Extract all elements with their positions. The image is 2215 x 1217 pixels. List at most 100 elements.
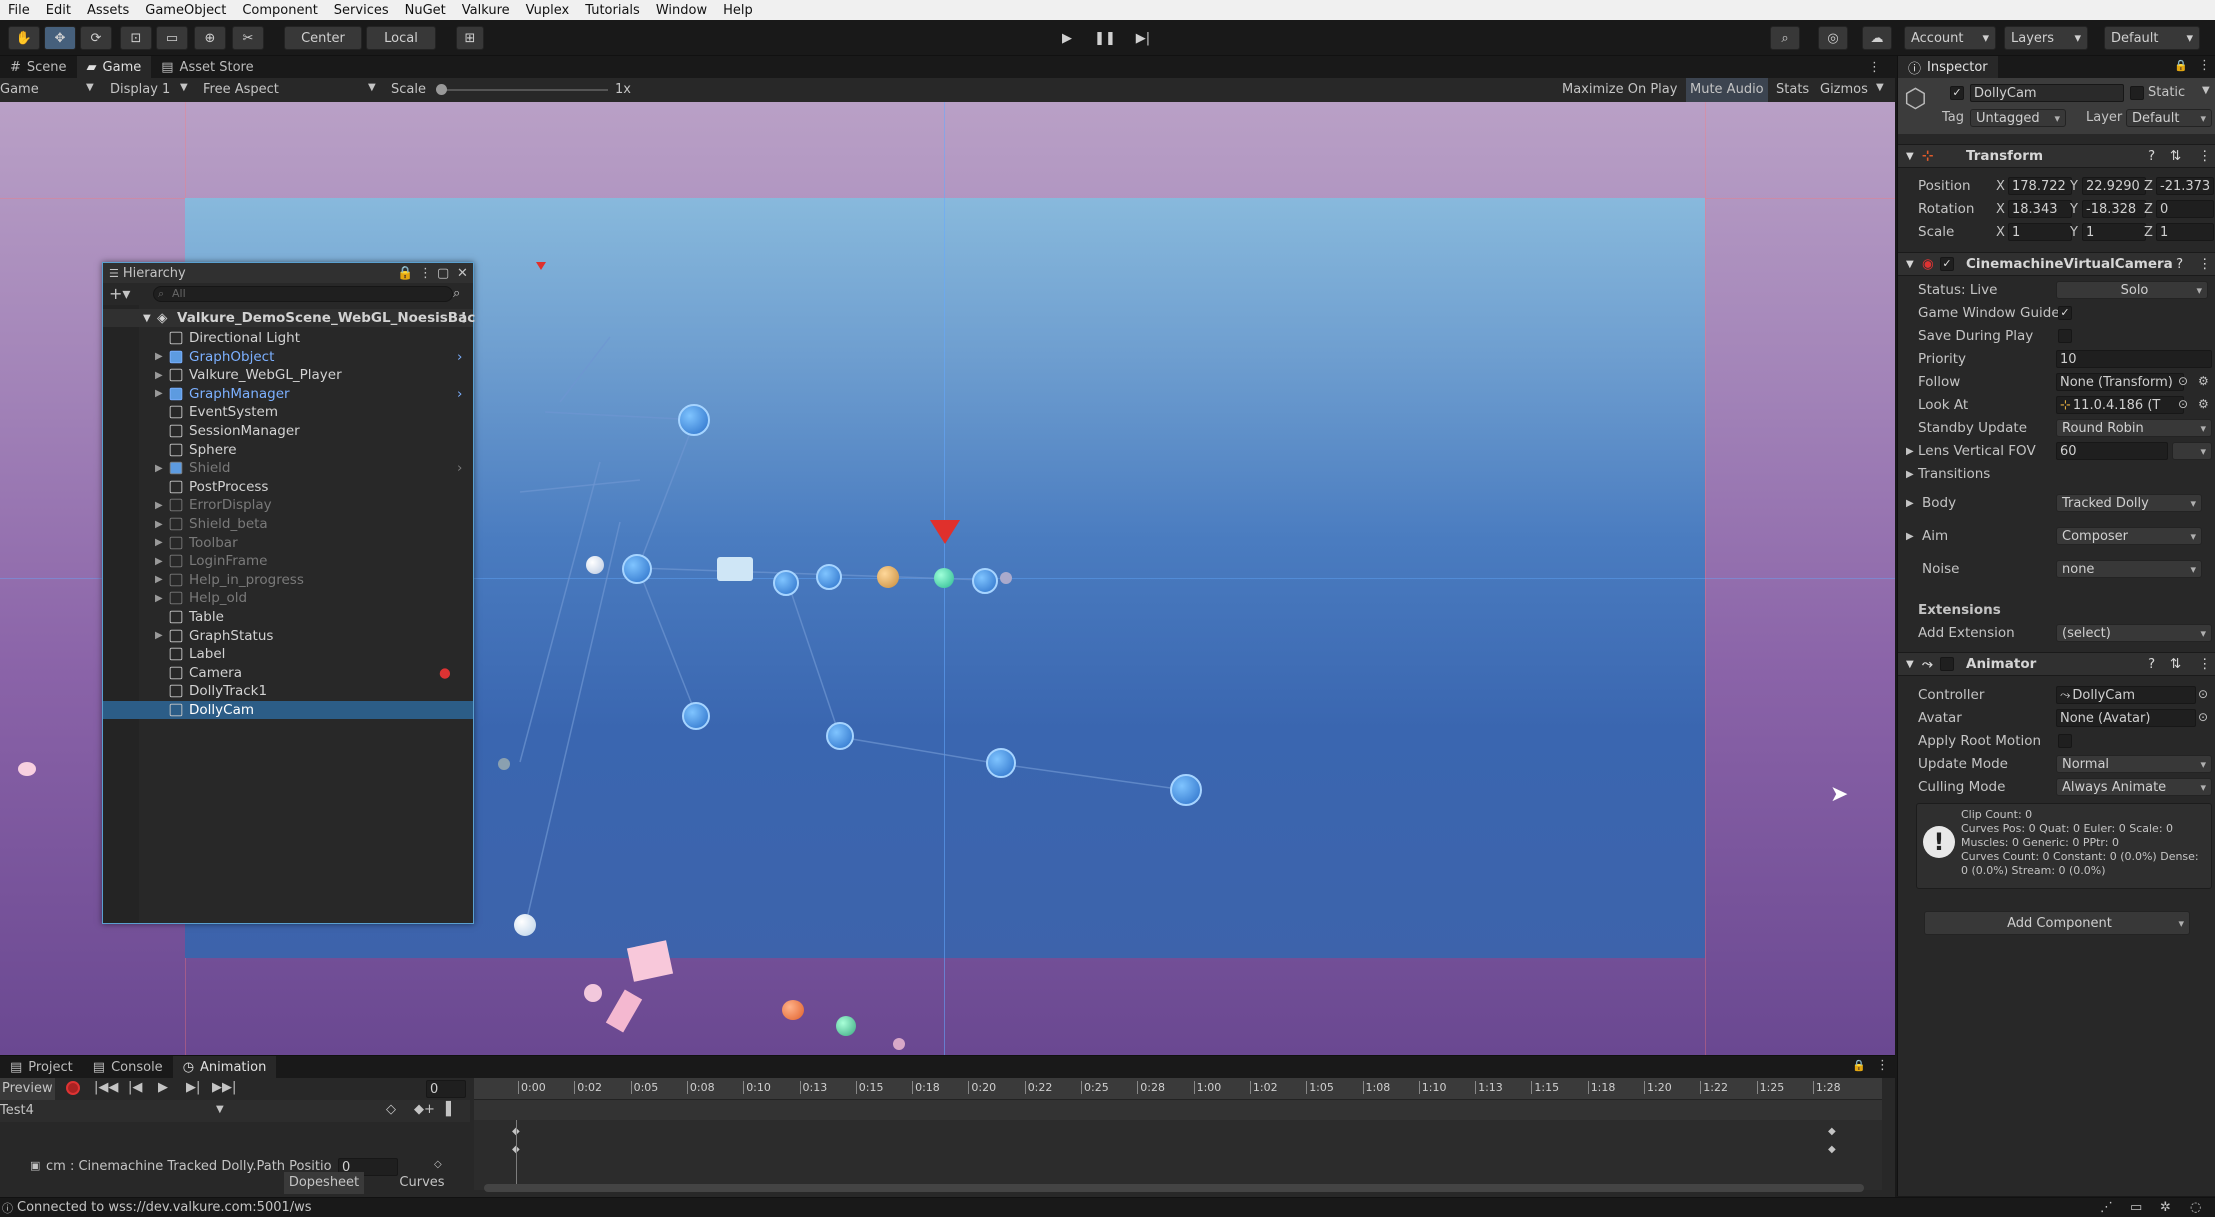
solo-button[interactable]: Solo bbox=[2056, 281, 2208, 299]
close-icon[interactable]: ✕ bbox=[457, 266, 468, 281]
lock-icon[interactable]: 🔒 bbox=[397, 266, 413, 281]
play-icon[interactable]: ▶ bbox=[1052, 26, 1082, 50]
menu-item-window[interactable]: Window bbox=[648, 3, 715, 18]
filter-icon[interactable]: ⌕ bbox=[453, 286, 460, 301]
orange-sphere[interactable] bbox=[782, 1000, 804, 1020]
pause-icon[interactable]: ❚❚ bbox=[1090, 26, 1120, 50]
hierarchy-item[interactable]: DollyTrack1 bbox=[103, 682, 473, 700]
tag-dropdown[interactable]: Untagged bbox=[1970, 109, 2066, 127]
dopesheet-tab[interactable]: Dopesheet bbox=[284, 1172, 364, 1194]
avatar-field[interactable]: None (Avatar) bbox=[2056, 709, 2196, 727]
scale-tool-icon[interactable]: ⊡ bbox=[120, 26, 152, 50]
game-mode-dropdown[interactable]: Game bbox=[0, 82, 39, 97]
graph-node[interactable] bbox=[934, 568, 954, 588]
expand-icon[interactable]: ▶ bbox=[155, 388, 163, 399]
expand-icon[interactable]: ▶ bbox=[155, 370, 163, 381]
frame-field[interactable]: 0 bbox=[426, 1080, 466, 1098]
menu-item-vuplex[interactable]: Vuplex bbox=[518, 3, 578, 18]
rect-tool-icon[interactable]: ▭ bbox=[156, 26, 188, 50]
graph-node[interactable] bbox=[877, 566, 899, 588]
menu-item-services[interactable]: Services bbox=[326, 3, 397, 18]
menu-item-edit[interactable]: Edit bbox=[38, 3, 79, 18]
hierarchy-search-input[interactable]: ⌕ All bbox=[153, 286, 453, 302]
keyframe-icon[interactable]: ◆ bbox=[1828, 1144, 1836, 1155]
expand-icon[interactable]: ▶ bbox=[155, 500, 163, 511]
step-icon[interactable]: ▶| bbox=[1128, 26, 1158, 50]
expand-icon[interactable]: ▶ bbox=[1906, 469, 1914, 480]
follow-field[interactable]: None (Transform) bbox=[2056, 373, 2184, 391]
graph-node-box[interactable] bbox=[717, 557, 753, 581]
position-z-field[interactable]: -21.373 bbox=[2156, 177, 2214, 195]
transitions-row[interactable]: ▶ Transitions bbox=[1898, 463, 2215, 485]
fov-field[interactable]: 60 bbox=[2056, 442, 2168, 460]
noise-dropdown[interactable]: none bbox=[2056, 560, 2202, 578]
more-icon[interactable]: ⋮ bbox=[2198, 58, 2211, 73]
play-icon[interactable]: ▶ bbox=[158, 1080, 168, 1095]
expand-icon[interactable]: ▶ bbox=[155, 574, 163, 585]
chevron-right-icon[interactable]: › bbox=[457, 460, 462, 476]
expand-icon[interactable]: ▶ bbox=[155, 556, 163, 567]
pivot-center-button[interactable]: Center bbox=[284, 26, 362, 50]
static-checkbox[interactable] bbox=[2130, 86, 2144, 100]
gear-icon[interactable]: ⚙ bbox=[2198, 397, 2209, 411]
tab-project[interactable]: ▤ Project bbox=[0, 1056, 83, 1078]
maximize-on-play-toggle[interactable]: Maximize On Play bbox=[1562, 82, 1677, 97]
more-icon[interactable]: ⋮ bbox=[1876, 1058, 1889, 1073]
more-icon[interactable]: ⋮ bbox=[419, 266, 432, 281]
priority-field[interactable]: 10 bbox=[2056, 350, 2212, 368]
hierarchy-item[interactable]: ▶ GraphObject › bbox=[103, 348, 473, 366]
hierarchy-item[interactable]: ▶ Help_in_progress bbox=[103, 571, 473, 589]
transform-header[interactable]: ▼ ⊹ Transform ? ⇅ ⋮ bbox=[1898, 144, 2215, 168]
scale-x-field[interactable]: 1 bbox=[2008, 223, 2072, 241]
hierarchy-item[interactable]: ▶ Shield_beta bbox=[103, 515, 473, 533]
clip-dropdown[interactable]: Test4 bbox=[0, 1103, 34, 1118]
hierarchy-titlebar[interactable]: ☰ Hierarchy 🔒 ⋮ ▢ ✕ bbox=[103, 263, 473, 283]
add-event-icon[interactable]: ▌ bbox=[446, 1102, 456, 1117]
hierarchy-item[interactable]: EventSystem bbox=[103, 403, 473, 421]
expand-icon[interactable]: ▶ bbox=[155, 537, 163, 548]
scale-y-field[interactable]: 1 bbox=[2082, 223, 2146, 241]
layout-dropdown[interactable]: Default ▾ bbox=[2104, 26, 2200, 50]
add-extension-dropdown[interactable]: (select) bbox=[2056, 624, 2212, 642]
scale-slider-handle[interactable] bbox=[436, 84, 447, 95]
graph-node[interactable] bbox=[678, 404, 710, 436]
lock-icon[interactable]: 🔒 bbox=[1852, 1059, 1866, 1072]
expand-icon[interactable]: ▶ bbox=[1906, 531, 1914, 542]
chevron-down-icon[interactable]: ▼ bbox=[2202, 85, 2210, 96]
tab-scene[interactable]: # Scene bbox=[0, 56, 77, 78]
hierarchy-item[interactable]: ▶ Help_old bbox=[103, 589, 473, 607]
custom-tool-icon[interactable]: ✂ bbox=[232, 26, 264, 50]
object-name-field[interactable]: DollyCam bbox=[1970, 84, 2124, 102]
active-checkbox[interactable]: ✓ bbox=[1950, 86, 1964, 100]
hierarchy-item[interactable]: ▶ Valkure_WebGL_Player bbox=[103, 366, 473, 384]
rotate-tool-icon[interactable]: ⟳ bbox=[80, 26, 112, 50]
controller-field[interactable]: ⤳ DollyCam bbox=[2056, 686, 2196, 704]
keyframe-icon[interactable]: ◆ bbox=[1828, 1126, 1836, 1137]
debug-icon[interactable]: ✲ bbox=[2160, 1200, 2171, 1215]
hierarchy-item[interactable]: Label bbox=[103, 645, 473, 663]
menu-item-assets[interactable]: Assets bbox=[79, 3, 137, 18]
body-dropdown[interactable]: Tracked Dolly bbox=[2056, 494, 2202, 512]
add-component-button[interactable]: Add Component bbox=[1924, 911, 2190, 935]
standby-dropdown[interactable]: Round Robin bbox=[2056, 419, 2212, 437]
grey-sphere[interactable] bbox=[498, 758, 510, 770]
save-during-play-checkbox[interactable] bbox=[2058, 329, 2072, 343]
more-icon[interactable]: ⋮ bbox=[2198, 656, 2212, 672]
chevron-right-icon[interactable]: › bbox=[457, 386, 462, 402]
curves-tab[interactable]: Curves bbox=[384, 1172, 460, 1194]
tab-console[interactable]: ▤ Console bbox=[83, 1056, 173, 1078]
gizmos-dropdown[interactable]: Gizmos bbox=[1820, 82, 1868, 97]
scene-root-row[interactable]: ▼ ◈ Valkure_DemoScene_WebGL_NoesisBac ⋮ bbox=[103, 309, 475, 327]
graph-node[interactable] bbox=[986, 748, 1016, 778]
pink-sphere[interactable] bbox=[584, 984, 602, 1002]
add-icon[interactable]: +▾ bbox=[109, 284, 130, 303]
more-icon[interactable]: ⋮ bbox=[2198, 148, 2212, 164]
cloud-icon[interactable]: ☁ bbox=[1862, 26, 1892, 50]
preview-toggle[interactable]: Preview bbox=[0, 1078, 55, 1100]
layer-dropdown[interactable]: Default bbox=[2126, 109, 2212, 127]
graph-node[interactable] bbox=[826, 722, 854, 750]
more-icon[interactable]: ⋮ bbox=[457, 310, 471, 326]
hierarchy-item[interactable]: PostProcess bbox=[103, 478, 473, 496]
expand-icon[interactable]: ▶ bbox=[1906, 446, 1914, 457]
maximize-icon[interactable]: ▢ bbox=[437, 266, 449, 281]
